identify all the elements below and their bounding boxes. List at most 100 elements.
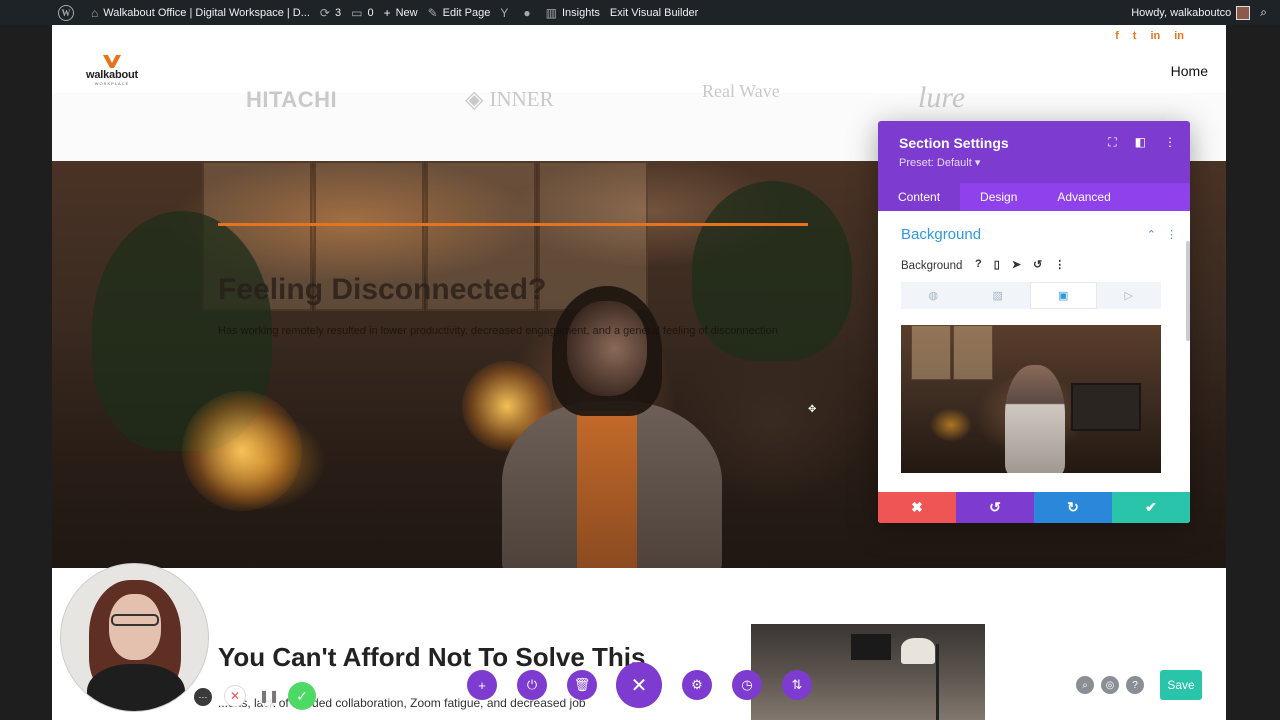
- comments-menu[interactable]: ▭ 0: [346, 0, 378, 25]
- photo-tv: [851, 634, 891, 660]
- save-button[interactable]: Save: [1160, 670, 1202, 700]
- add-section-button[interactable]: +: [467, 670, 497, 700]
- nav-home-link[interactable]: Home: [1171, 63, 1208, 79]
- cancel-recording-button[interactable]: ✕: [224, 685, 246, 707]
- new-content-menu[interactable]: + New: [379, 0, 423, 25]
- wp-admin-bar: W ⌂ Walkabout Office | Digital Workspace…: [0, 0, 1280, 25]
- settings-header-icons: ⛶ ◧ ⋮: [1108, 135, 1176, 150]
- finish-recording-button[interactable]: ✓: [288, 682, 316, 710]
- account-menu[interactable]: Howdy, walkaboutco: [1126, 0, 1255, 25]
- move-cursor-icon: ✥: [808, 404, 817, 415]
- hero-subtitle[interactable]: Has working remotely resulted in lower p…: [218, 325, 778, 337]
- reset-icon[interactable]: ↺: [1033, 258, 1042, 271]
- linkedin-icon[interactable]: in: [1150, 30, 1160, 42]
- zoom-icon[interactable]: ⌕: [1076, 676, 1094, 694]
- thumb-window: [911, 325, 951, 380]
- expand-icon[interactable]: ⛶: [1108, 135, 1116, 150]
- search-icon: ⌕: [1260, 5, 1267, 19]
- discard-button[interactable]: ✖: [878, 492, 956, 523]
- trash-button[interactable]: 🗑: [567, 670, 597, 700]
- yoast-icon: Y: [500, 5, 509, 20]
- background-field-options: ? ▯ ➤ ↺ ⋮: [975, 258, 1065, 271]
- close-builder-button[interactable]: ✕: [616, 662, 662, 708]
- split-view-icon[interactable]: ◧: [1135, 135, 1146, 150]
- tab-content[interactable]: Content: [878, 183, 961, 211]
- background-type-tabs: ◍ ▨ ▣ ▷: [901, 282, 1161, 309]
- photo-lamp: [901, 638, 935, 664]
- settings-scrollbar[interactable]: [1186, 241, 1190, 341]
- wordpress-icon: W: [58, 4, 74, 21]
- exit-builder-label: Exit Visual Builder: [609, 6, 699, 19]
- updates-icon: ⟳: [319, 5, 330, 20]
- page-settings-button[interactable]: ⚙: [682, 670, 712, 700]
- settings-footer: ✖ ↺ ↻ ✔: [878, 492, 1190, 523]
- more-icon[interactable]: ⋮: [1166, 228, 1177, 241]
- social-bar: f t in in: [52, 25, 1226, 49]
- undo-button[interactable]: ↺: [956, 492, 1034, 523]
- site-title: Walkabout Office | Digital Workspace | D…: [103, 6, 310, 19]
- new-label: New: [395, 6, 418, 19]
- search-menu[interactable]: ⌕: [1255, 0, 1280, 25]
- chevron-up-icon[interactable]: ⌃: [1147, 228, 1156, 241]
- background-toggle-title[interactable]: Background: [901, 226, 981, 243]
- site-name-menu[interactable]: ⌂ Walkabout Office | Digital Workspace |…: [79, 0, 315, 25]
- bg-video-tab-icon[interactable]: ▷: [1097, 282, 1162, 309]
- portability-button[interactable]: ⇅: [782, 670, 812, 700]
- preset-dropdown[interactable]: Preset: Default ▾: [899, 156, 980, 169]
- facebook-icon[interactable]: f: [1115, 30, 1119, 42]
- linkedin-icon[interactable]: in: [1174, 30, 1184, 42]
- client-logo-hitachi: HITACHI: [246, 87, 338, 112]
- insights-menu[interactable]: ▥ Insights: [541, 0, 605, 25]
- more-icon[interactable]: ⋮: [1164, 135, 1176, 150]
- exit-builder-menu[interactable]: Exit Visual Builder: [605, 0, 703, 25]
- office-photo: [751, 624, 985, 720]
- tab-design[interactable]: Design: [960, 183, 1037, 211]
- settings-title: Section Settings: [899, 135, 1009, 151]
- comments-count: 0: [367, 6, 374, 19]
- site-header: walkabout WORKPLACE Home: [52, 49, 1226, 93]
- hero-title[interactable]: Feeling Disconnected?: [218, 273, 546, 307]
- redo-button[interactable]: ↻: [1034, 492, 1112, 523]
- bg-gradient-tab-icon[interactable]: ▨: [966, 282, 1031, 309]
- site-logo[interactable]: walkabout WORKPLACE: [84, 53, 140, 86]
- status-dot-icon: ●: [523, 5, 531, 20]
- bg-color-tab-icon[interactable]: ◍: [901, 282, 966, 309]
- problem-title[interactable]: You Can't Afford Not To Solve This: [218, 642, 645, 673]
- hero-lamp: [182, 391, 302, 511]
- pause-recording-button[interactable]: ❚❚: [258, 685, 280, 707]
- help-icon[interactable]: ?: [1126, 676, 1144, 694]
- recorder-menu-icon[interactable]: ⋯: [194, 688, 212, 706]
- more-icon[interactable]: ⋮: [1054, 258, 1065, 271]
- hero-divider: [218, 223, 808, 226]
- logo-wordmark: walkabout: [86, 69, 138, 81]
- diamond-icon: ◈: [465, 87, 484, 113]
- pencil-icon: ✎: [427, 5, 438, 20]
- client-logo-inner: ◈ INNER: [465, 85, 554, 114]
- section-settings-panel: Section Settings Preset: Default ▾ ⛶ ◧ ⋮…: [878, 121, 1190, 523]
- logo-subtitle: WORKPLACE: [94, 81, 130, 86]
- hover-icon[interactable]: ➤: [1012, 258, 1021, 271]
- background-field-label: Background: [901, 260, 963, 272]
- tab-advanced[interactable]: Advanced: [1037, 183, 1130, 211]
- toggle-icons: ⌃ ⋮: [1147, 228, 1177, 241]
- logo-mark-icon: [101, 53, 123, 69]
- edit-page-menu[interactable]: ✎ Edit Page: [423, 0, 496, 25]
- updates-menu[interactable]: ⟳ 3: [315, 0, 346, 25]
- twitter-icon[interactable]: t: [1133, 30, 1137, 42]
- responsive-icon[interactable]: ▯: [994, 258, 1000, 271]
- layers-icon[interactable]: ◎: [1101, 676, 1119, 694]
- background-image-preview[interactable]: [901, 325, 1161, 473]
- bg-image-tab-icon[interactable]: ▣: [1030, 282, 1097, 309]
- thumb-person: [1005, 365, 1065, 473]
- dashboard-icon: ⌂: [91, 5, 99, 20]
- power-button[interactable]: ⏻: [517, 670, 547, 700]
- insights-label: Insights: [561, 6, 600, 19]
- updates-count: 3: [334, 6, 342, 19]
- help-icon[interactable]: ?: [975, 258, 982, 271]
- settings-header[interactable]: Section Settings Preset: Default ▾ ⛶ ◧ ⋮: [878, 121, 1190, 183]
- save-changes-button[interactable]: ✔: [1112, 492, 1190, 523]
- wp-logo-menu[interactable]: W: [0, 0, 79, 25]
- history-button[interactable]: ◷: [732, 670, 762, 700]
- status-dot-menu[interactable]: ●: [518, 0, 540, 25]
- yoast-menu[interactable]: Y: [495, 0, 518, 25]
